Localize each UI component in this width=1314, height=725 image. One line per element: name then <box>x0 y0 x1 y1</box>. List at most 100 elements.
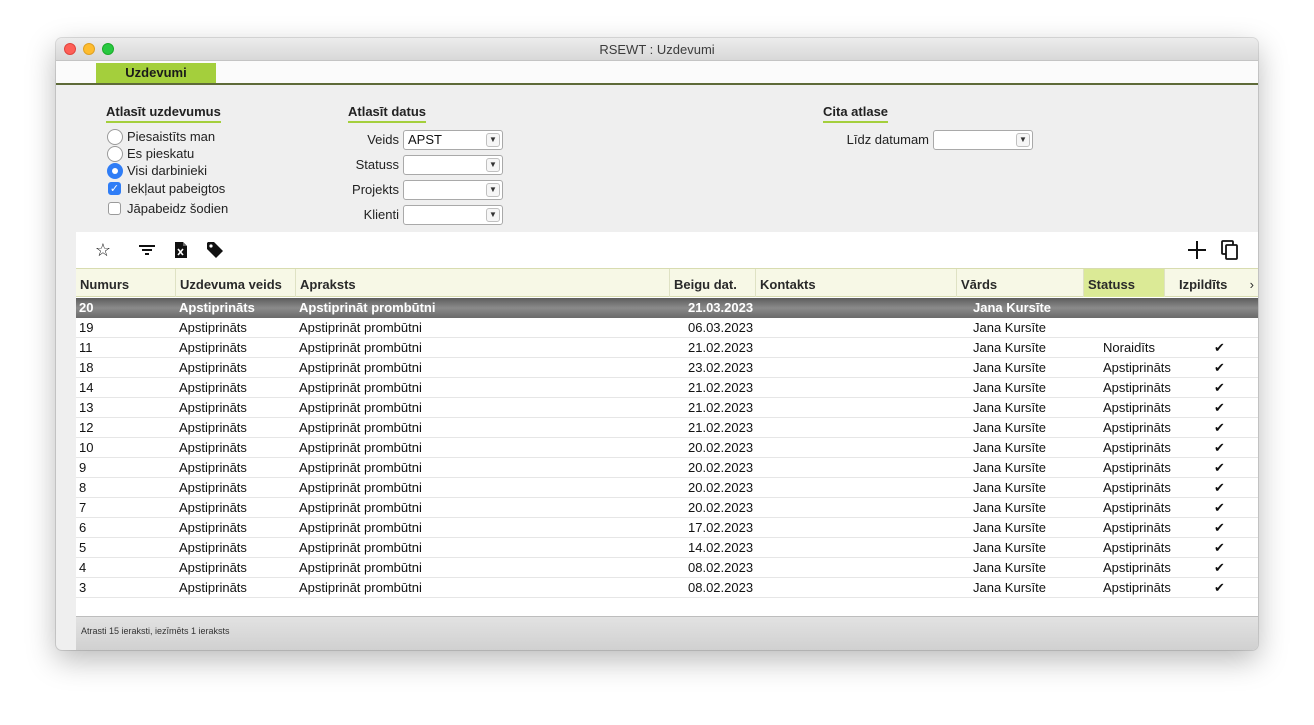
column-header-task-type[interactable]: Uzdevuma veids <box>176 269 296 297</box>
type-select[interactable]: APST ▼ <box>403 130 503 150</box>
column-header-contact[interactable]: Kontakts <box>756 269 957 297</box>
cell-task-type: Apstiprināts <box>179 560 247 575</box>
cell-name: Jana Kursīte <box>973 320 1046 335</box>
cell-number: 6 <box>79 520 87 535</box>
cell-name: Jana Kursīte <box>973 560 1046 575</box>
checkmark-icon: ✔ <box>1214 440 1225 455</box>
cell-number: 11 <box>79 340 93 355</box>
table-row[interactable]: 19 Apstiprināts Apstiprināt prombūtni 06.03… <box>76 318 1258 338</box>
cell-description: Apstiprināt prombūtni <box>299 340 422 355</box>
table-row[interactable]: 20 Apstiprināts Apstiprināt prombūtni 21.03… <box>76 298 1258 318</box>
cell-description: Apstiprināt prombūtni <box>299 500 422 515</box>
table-row[interactable]: 9 Apstiprināts Apstiprināt prombūtni 20.02.… <box>76 458 1258 478</box>
column-header-end-date[interactable]: Beigu dat. <box>670 269 756 297</box>
cell-status: Apstiprināts <box>1103 560 1171 575</box>
cell-number: 9 <box>79 460 87 475</box>
table-row[interactable]: 18 Apstiprināts Apstiprināt prombūtni 23.02… <box>76 358 1258 378</box>
cell-task-type: Apstiprināts <box>179 380 247 395</box>
table-row[interactable]: 11 Apstiprināts Apstiprināt prombūtni 21.02… <box>76 338 1258 358</box>
cell-end-date: 08.02.2023 <box>688 560 754 575</box>
cell-end-date: 20.02.2023 <box>688 500 754 515</box>
chevron-down-icon[interactable]: ▼ <box>486 183 500 197</box>
cell-end-date: 23.02.2023 <box>688 360 754 375</box>
option-label: Es pieskatu <box>127 146 195 161</box>
cell-status: Apstiprināts <box>1103 400 1171 415</box>
tasks-table: Numurs Uzdevuma veids Apraksts Beigu dat… <box>76 268 1258 616</box>
column-header-status[interactable]: Statuss <box>1084 269 1165 297</box>
column-header-completed[interactable]: Izpildīts › <box>1165 269 1258 297</box>
cell-name: Jana Kursīte <box>973 540 1046 555</box>
cell-name: Jana Kursīte <box>973 480 1046 495</box>
cell-number: 4 <box>79 560 87 575</box>
checkmark-icon: ✔ <box>1214 420 1225 435</box>
cell-name: Jana Kursīte <box>973 360 1046 375</box>
option-label: Visi darbinieki <box>127 163 207 178</box>
cell-description: Apstiprināt prombūtni <box>299 460 422 475</box>
tab-uzdevumi[interactable]: Uzdevumi <box>96 63 216 83</box>
column-header-number[interactable]: Numurs <box>76 269 176 297</box>
copy-icon[interactable] <box>1218 238 1242 262</box>
column-header-name[interactable]: Vārds <box>957 269 1084 297</box>
cell-status: Apstiprināts <box>1103 500 1171 515</box>
star-icon[interactable]: ☆ <box>91 238 115 262</box>
cell-end-date: 20.02.2023 <box>688 440 754 455</box>
cell-status: Apstiprināts <box>1103 380 1171 395</box>
clients-select[interactable]: ▼ <box>403 205 503 225</box>
table-row[interactable]: 12 Apstiprināts Apstiprināt prombūtni 21.02… <box>76 418 1258 438</box>
project-label: Projekts <box>352 182 399 197</box>
until-date-label: Līdz datumam <box>846 132 929 147</box>
column-header-description[interactable]: Apraksts <box>296 269 670 297</box>
cell-status: Apstiprināts <box>1103 520 1171 535</box>
filter-icon[interactable] <box>135 238 159 262</box>
status-bar: Atrasti 15 ieraksti, iezīmēts 1 ieraksts <box>76 616 1258 650</box>
chevron-down-icon[interactable]: ▼ <box>486 133 500 147</box>
app-window: RSEWT : Uzdevumi Uzdevumi Atlasīt uzdevu… <box>56 38 1258 650</box>
cell-number: 13 <box>79 400 94 415</box>
radio-icon[interactable] <box>107 146 123 162</box>
cell-number: 8 <box>79 480 87 495</box>
tag-icon[interactable] <box>203 238 227 262</box>
chevron-down-icon[interactable]: ▼ <box>486 208 500 222</box>
select-data-title: Atlasīt datus <box>348 104 427 123</box>
cell-number: 3 <box>79 580 87 595</box>
chevron-down-icon[interactable]: ▼ <box>486 158 500 172</box>
cell-task-type: Apstiprināts <box>179 460 247 475</box>
tab-bar: Uzdevumi <box>56 61 1258 85</box>
cell-description: Apstiprināt prombūtni <box>299 380 422 395</box>
table-row[interactable]: 7 Apstiprināts Apstiprināt prombūtni 20.02.… <box>76 498 1258 518</box>
table-row[interactable]: 4 Apstiprināts Apstiprināt prombūtni 08.02.… <box>76 558 1258 578</box>
cell-end-date: 21.03.2023 <box>688 300 754 315</box>
table-row[interactable]: 14 Apstiprināts Apstiprināt prombūtni 21.02… <box>76 378 1258 398</box>
chevron-down-icon[interactable]: ▼ <box>1016 133 1030 147</box>
cell-task-type: Apstiprināts <box>179 540 247 555</box>
chevron-right-icon[interactable]: › <box>1250 269 1254 301</box>
status-select[interactable]: ▼ <box>403 155 503 175</box>
cell-end-date: 21.02.2023 <box>688 340 754 355</box>
table-row[interactable]: 6 Apstiprināts Apstiprināt prombūtni 17.02.… <box>76 518 1258 538</box>
radio-selected-icon[interactable] <box>107 163 123 179</box>
option-label: Jāpabeidz šodien <box>127 201 229 216</box>
checkmark-icon: ✔ <box>1214 500 1225 515</box>
checkbox-icon[interactable] <box>108 202 121 215</box>
checkbox-checked-icon[interactable]: ✓ <box>108 182 121 195</box>
table-row[interactable]: 13 Apstiprināts Apstiprināt prombūtni 21.02… <box>76 398 1258 418</box>
until-date-select[interactable]: ▼ <box>933 130 1033 150</box>
clients-label: Klienti <box>363 207 399 222</box>
title-bar[interactable]: RSEWT : Uzdevumi <box>56 38 1258 61</box>
cell-number: 18 <box>79 360 94 375</box>
excel-export-icon[interactable] <box>169 238 193 262</box>
table-row[interactable]: 8 Apstiprināts Apstiprināt prombūtni 20.02.… <box>76 478 1258 498</box>
cell-number: 5 <box>79 540 87 555</box>
table-row[interactable]: 10 Apstiprināts Apstiprināt prombūtni 20.02… <box>76 438 1258 458</box>
cell-description: Apstiprināt prombūtni <box>299 400 422 415</box>
plus-icon[interactable] <box>1185 238 1209 262</box>
checkmark-icon: ✔ <box>1214 560 1225 575</box>
table-row[interactable]: 3 Apstiprināts Apstiprināt prombūtni 08.02.… <box>76 578 1258 598</box>
project-select[interactable]: ▼ <box>403 180 503 200</box>
table-row[interactable]: 5 Apstiprināts Apstiprināt prombūtni 14.02.… <box>76 538 1258 558</box>
cell-number: 14 <box>79 380 94 395</box>
cell-name: Jana Kursīte <box>973 520 1046 535</box>
radio-icon[interactable] <box>107 129 123 145</box>
checkmark-icon: ✔ <box>1214 460 1225 475</box>
cell-end-date: 21.02.2023 <box>688 400 754 415</box>
